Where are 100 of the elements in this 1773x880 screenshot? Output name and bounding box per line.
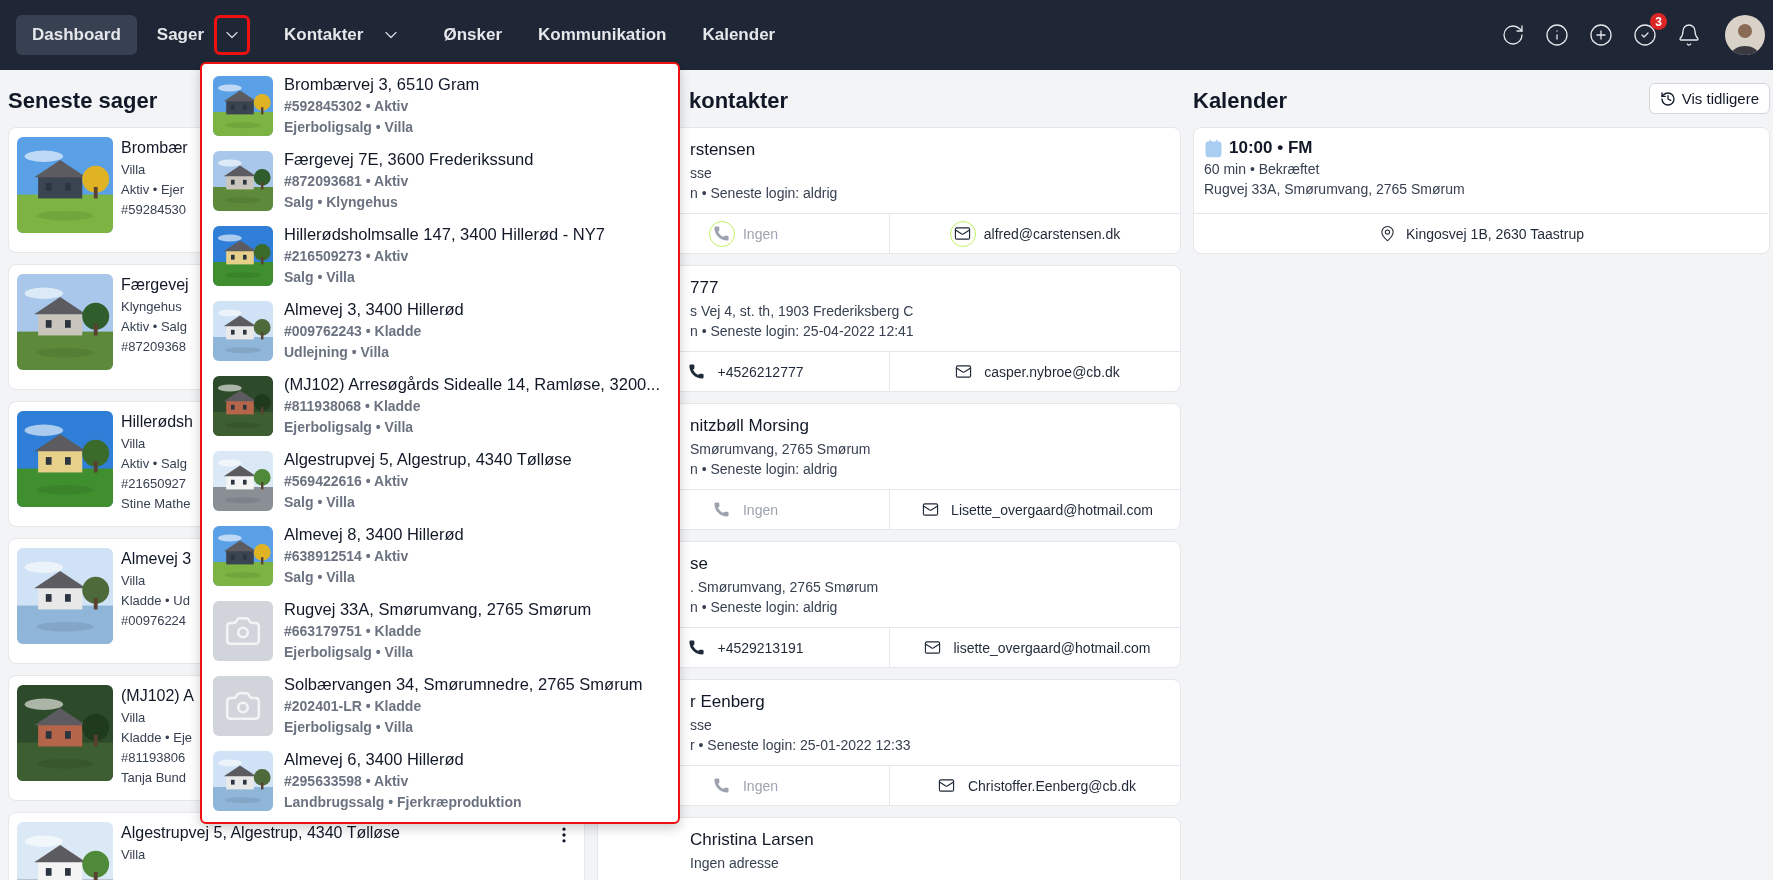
item-title: Hillerødsholmsalle 147, 3400 Hillerød - NY7 bbox=[284, 224, 605, 245]
item-title: Solbærvangen 34, Smørumnedre, 2765 Smørum bbox=[284, 674, 643, 695]
item-meta: #592845302 • Aktiv bbox=[284, 97, 410, 116]
item-category: Salg • Villa bbox=[284, 493, 356, 512]
contact-detail: sse bbox=[690, 164, 712, 182]
item-title: Almevej 6, 3400 Hillerød bbox=[284, 749, 465, 770]
nav-link[interactable]: Kommunikation bbox=[522, 15, 683, 55]
dropdown-item[interactable]: (MJ102) Arresøgårds Sidealle 14, Ramløse, 3200... #811938068 • Kladde Ejerboligsalg • Villa bbox=[202, 368, 678, 443]
contact-detail: Smørumvang, 2765 Smørum bbox=[690, 440, 871, 458]
contact-detail: r • Seneste login: 25-01-2022 12:33 bbox=[690, 736, 911, 754]
case-detail: Aktiv • Ejer bbox=[121, 181, 185, 199]
case-detail: Villa bbox=[121, 846, 146, 864]
item-title: Almevej 3, 3400 Hillerød bbox=[284, 299, 464, 320]
dropdown-item[interactable]: Solbærvangen 34, Smørumnedre, 2765 Smørum #202401-LR • Kladde Ejerboligsalg • Villa bbox=[202, 668, 678, 743]
nav-link[interactable]: Sager bbox=[140, 15, 221, 55]
add-icon[interactable] bbox=[1587, 21, 1615, 49]
case-detail: Tanja Bund bbox=[121, 769, 187, 787]
item-meta: #872093681 • Aktiv bbox=[284, 172, 410, 191]
item-meta: #009762243 • Kladde bbox=[284, 322, 423, 341]
menu-toggle[interactable] bbox=[214, 15, 251, 55]
item-meta: #663179751 • Kladde bbox=[284, 622, 423, 641]
count-badge: 3 bbox=[1650, 13, 1667, 30]
item-category: Ejerboligsalg • Villa bbox=[284, 643, 415, 662]
case-title: Almevej 3 bbox=[121, 550, 192, 568]
section-title: kontakter bbox=[689, 86, 789, 114]
location-link[interactable]: Kingosvej 1B, 2630 Taastrup bbox=[1194, 213, 1769, 253]
show-earlier-button[interactable]: Vis tidligere bbox=[1648, 83, 1770, 114]
contact-name: r Eenberg bbox=[690, 692, 765, 712]
item-meta: #569422616 • Aktiv bbox=[284, 472, 410, 491]
item-title: Brombærvej 3, 6510 Gram bbox=[284, 74, 480, 95]
event-card[interactable]: 10:00 • FM 60 min • Bekræftet Rugvej 33A, Smørumvang, 2765 Smørum Kingosvej 1B, 2630 Taastrup bbox=[1193, 127, 1770, 254]
case-title: Brombær bbox=[121, 139, 188, 157]
contact-name: rstensen bbox=[690, 140, 756, 160]
item-category: Salg • Villa bbox=[284, 268, 356, 287]
contact-detail: n • Seneste login: aldrig bbox=[690, 598, 838, 616]
case-detail: #00976224 bbox=[121, 612, 187, 630]
event-time: 10:00 • FM bbox=[1229, 138, 1313, 158]
email-link[interactable]: alfred@carstensen.dk bbox=[889, 214, 1180, 253]
case-detail: Villa bbox=[121, 709, 146, 727]
item-title: (MJ102) Arresøgårds Sidealle 14, Ramløse, 3200... bbox=[284, 374, 660, 395]
item-category: Ejerboligsalg • Villa bbox=[284, 118, 415, 137]
email-link[interactable]: casper.nybroe@cb.dk bbox=[889, 352, 1180, 391]
case-detail: Aktiv • Salg bbox=[121, 318, 187, 336]
camera-icon bbox=[213, 675, 273, 736]
map-pin-icon bbox=[1379, 225, 1396, 242]
contact-name: se bbox=[690, 554, 708, 574]
avatar[interactable] bbox=[1725, 15, 1765, 55]
item-category: Udlejning • Villa bbox=[284, 343, 390, 362]
case-detail: #87209368 bbox=[121, 338, 187, 356]
case-detail: #59284530 bbox=[121, 201, 187, 219]
case-title: Færgevej bbox=[121, 276, 189, 294]
camera-icon bbox=[213, 600, 273, 661]
item-title: Almevej 8, 3400 Hillerød bbox=[284, 524, 464, 545]
email-link[interactable]: lisette_overgaard@hotmail.com bbox=[889, 628, 1180, 667]
contact-detail: s Vej 4, st. th, 1903 Frederiksberg C bbox=[690, 302, 914, 320]
case-detail: Villa bbox=[121, 435, 146, 453]
item-category: Salg • Villa bbox=[284, 568, 356, 587]
event-detail: Rugvej 33A, Smørumvang, 2765 Smørum bbox=[1204, 180, 1465, 198]
dropdown-item[interactable]: Hillerødsholmsalle 147, 3400 Hillerød - NY7 #216509273 • Aktiv Salg • Villa bbox=[202, 218, 678, 293]
item-meta: #638912514 • Aktiv bbox=[284, 547, 410, 566]
case-detail: Villa bbox=[121, 572, 146, 590]
dropdown-item[interactable]: Almevej 3, 3400 Hillerød #009762243 • Kladde Udlejning • Villa bbox=[202, 293, 678, 368]
contact-detail: . Smørumvang, 2765 Smørum bbox=[690, 578, 879, 596]
item-meta: #216509273 • Aktiv bbox=[284, 247, 410, 266]
contact-detail: n • Seneste login: aldrig bbox=[690, 460, 838, 478]
case-title: Algestrupvej 5, Algestrup, 4340 Tølløse bbox=[121, 824, 400, 842]
item-meta: #811938068 • Kladde bbox=[284, 397, 422, 416]
case-detail: Aktiv • Salg bbox=[121, 455, 187, 473]
item-title: Algestrupvej 5, Algestrup, 4340 Tølløse bbox=[284, 449, 572, 470]
case-detail: Villa bbox=[121, 161, 146, 179]
email-link[interactable]: Christoffer.Eenberg@cb.dk bbox=[889, 766, 1180, 805]
item-meta: #202401-LR • Kladde bbox=[284, 697, 423, 716]
item-category: Ejerboligsalg • Villa bbox=[284, 718, 415, 737]
nav-link[interactable]: Kalender bbox=[686, 15, 792, 55]
case-detail: Klyngehus bbox=[121, 298, 182, 316]
item-title: Rugvej 33A, Smørumvang, 2765 Smørum bbox=[284, 599, 592, 620]
item-category: Landbrugssalg • Fjerkræproduktion bbox=[284, 793, 522, 812]
item-meta: #295633598 • Aktiv bbox=[284, 772, 410, 791]
contact-name: 777 bbox=[690, 278, 719, 298]
case-detail: #81193806 bbox=[121, 749, 186, 767]
contact-name: nitzbøll Morsing bbox=[690, 416, 810, 436]
info-icon[interactable] bbox=[1543, 21, 1571, 49]
nav-link[interactable]: Ønsker bbox=[427, 15, 518, 55]
dropdown-item[interactable]: Brombærvej 3, 6510 Gram #592845302 • Aktiv Ejerboligsalg • Villa bbox=[202, 68, 678, 143]
contact-detail: n • Seneste login: aldrig bbox=[690, 184, 838, 202]
case-detail: Kladde • Ud bbox=[121, 592, 190, 610]
case-detail: Stine Mathe bbox=[121, 495, 191, 513]
contact-name: Christina Larsen bbox=[690, 830, 814, 850]
item-category: Salg • Klyngehus bbox=[284, 193, 399, 212]
contact-detail: sse bbox=[690, 716, 712, 734]
nav-link[interactable]: Kontakter bbox=[268, 15, 380, 55]
case-title: Hillerødsh bbox=[121, 413, 193, 431]
email-link[interactable]: Lisette_overgaard@hotmail.com bbox=[889, 490, 1180, 529]
nav-link[interactable]: Dashboard bbox=[16, 15, 137, 55]
item-category: Ejerboligsalg • Villa bbox=[284, 418, 415, 437]
calendar-icon bbox=[1204, 138, 1223, 158]
section-title: Seneste sager bbox=[8, 86, 158, 114]
history-icon bbox=[1659, 90, 1676, 107]
contact-detail: Ingen adresse bbox=[690, 854, 779, 872]
dropdown-item[interactable]: Færgevej 7E, 3600 Frederikssund #872093681 • Aktiv Salg • Klyngehus bbox=[202, 143, 678, 218]
